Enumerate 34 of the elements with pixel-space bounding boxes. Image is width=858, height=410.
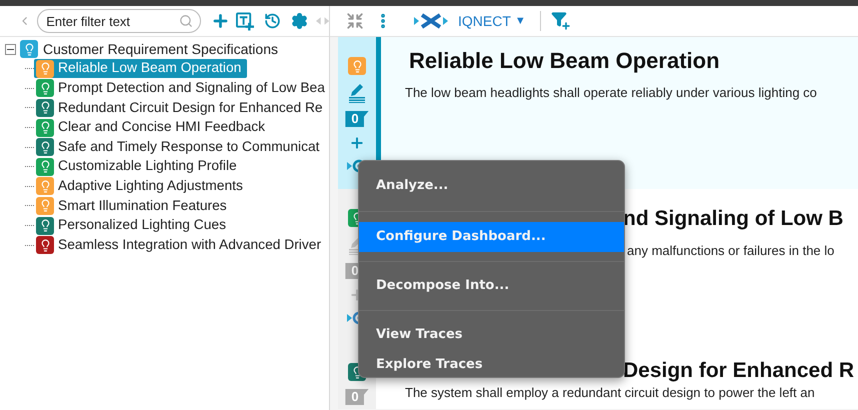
tree-item[interactable]: Reliable Low Beam Operation xyxy=(34,59,248,78)
menu-item[interactable]: Analyze... xyxy=(359,171,624,201)
tree-item[interactable]: Redundant Circuit Design for Enhanced Re xyxy=(34,98,329,118)
tree-item[interactable]: Customer Requirement Specifications xyxy=(42,38,278,60)
tree-item[interactable]: Adaptive Lighting Adjustments xyxy=(34,176,249,196)
count-badge: 0 xyxy=(345,389,369,405)
requirement-title: nd Signaling of Low B xyxy=(623,206,844,232)
filter-add-icon[interactable] xyxy=(550,11,571,31)
requirement-title: Reliable Low Beam Operation xyxy=(409,47,721,75)
menu-item[interactable]: Explore Traces xyxy=(359,350,624,380)
tree-item[interactable]: Smart Illumination Features xyxy=(34,196,233,216)
count-badge: 0 xyxy=(345,111,369,127)
history-icon[interactable] xyxy=(264,12,281,30)
tree-item[interactable]: Safe and Timely Response to Communicat xyxy=(34,138,326,157)
edit-icon[interactable] xyxy=(348,83,366,103)
shrink-icon[interactable] xyxy=(346,12,364,30)
logo-icon[interactable] xyxy=(414,13,448,29)
add-icon[interactable] xyxy=(210,11,230,31)
tree-item[interactable]: Personalized Lighting Cues xyxy=(34,216,232,236)
tree-toggle[interactable] xyxy=(5,44,16,54)
requirement-description: The system shall employ a redundant circuit design to power the left an xyxy=(405,385,816,400)
requirement-description: any malfunctions or failures in the lo xyxy=(627,242,836,260)
search-icon[interactable] xyxy=(178,14,193,28)
filter-field[interactable]: Enter filter text xyxy=(37,9,201,33)
requirement-description: The low beam headlights shall operate reliably under various lighting co xyxy=(405,84,818,102)
product-dropdown[interactable]: IQNECT ▼ xyxy=(458,10,526,32)
menu-item[interactable]: View Traces xyxy=(359,320,624,350)
add-text-icon[interactable] xyxy=(236,12,254,30)
tree-item[interactable]: Clear and Concise HMI Feedback xyxy=(34,118,272,138)
tree-item[interactable]: Customizable Lighting Profile xyxy=(34,157,243,176)
add-icon[interactable] xyxy=(349,135,365,151)
tree-item[interactable]: Seamless Integration with Advanced Driver xyxy=(34,236,328,255)
requirement-title: Design for Enhanced R xyxy=(623,358,856,384)
tree-item[interactable]: Prompt Detection and Signaling of Low Bea xyxy=(34,78,329,98)
